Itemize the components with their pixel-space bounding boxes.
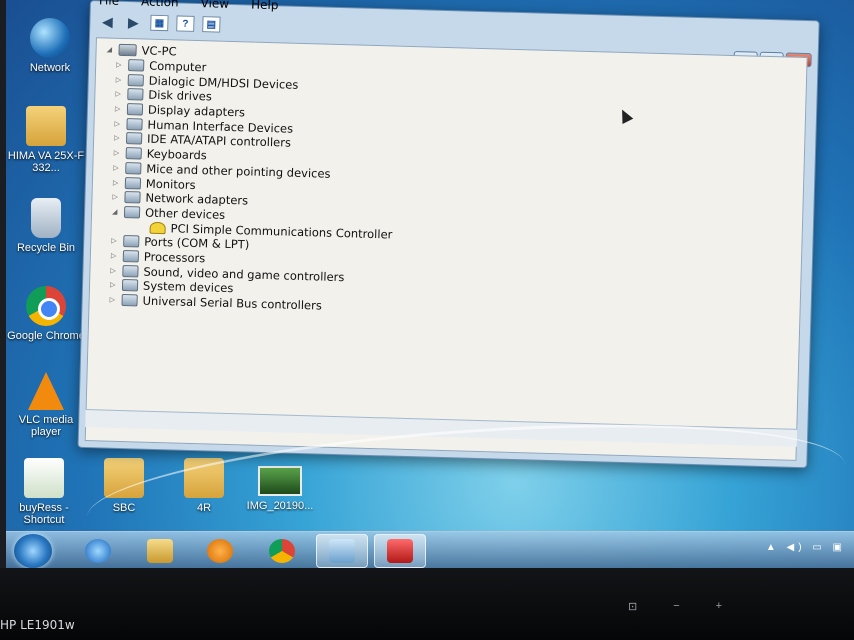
device-category-icon — [125, 147, 142, 160]
expand-arrow-icon[interactable]: ▷ — [114, 120, 126, 128]
mouse-cursor-icon — [616, 106, 634, 124]
system-tray[interactable]: ▲ ◀) ▭ ▣ — [766, 542, 846, 553]
taskbar: ▲ ◀) ▭ ▣ — [6, 531, 854, 569]
expand-arrow-icon[interactable]: ▷ — [111, 237, 123, 245]
device-category-icon — [127, 88, 144, 101]
network-icon — [30, 18, 70, 58]
expand-arrow-icon[interactable]: ▷ — [115, 90, 127, 98]
collapse-arrow-icon[interactable]: ◢ — [112, 208, 124, 216]
desktop-icon-hima[interactable]: HIMA VA 25X-F 332... — [6, 106, 88, 174]
vlc-cone-icon — [28, 372, 64, 410]
desktop-icon-label: IMG_20190... — [246, 500, 314, 512]
forward-arrow-icon[interactable]: ▶ — [124, 14, 142, 30]
menu-action[interactable]: Action — [141, 0, 179, 15]
windows-explorer-icon[interactable] — [134, 534, 186, 568]
expand-arrow-icon[interactable]: ▷ — [110, 266, 122, 274]
device-tree: ◢ VC-PC ▷ Computer ▷ Dialogic DM/HDSI Devic… — [99, 42, 397, 314]
expand-arrow-icon[interactable]: ▷ — [116, 61, 128, 69]
tree-item-label: Computer — [148, 58, 207, 75]
expand-arrow-icon[interactable]: ▷ — [113, 178, 125, 186]
desktop-icon-4r[interactable]: 4R — [162, 458, 246, 514]
folder-icon — [104, 458, 144, 498]
device-tree-pane: ◢ VC-PC ▷ Computer ▷ Dialogic DM/HDSI Devic… — [84, 37, 808, 461]
desktop-icon-label: Recycle Bin — [16, 242, 76, 254]
desktop-icon-label: SBC — [112, 502, 136, 514]
start-orb[interactable] — [14, 534, 52, 568]
desktop-icon-shortcut[interactable]: buyRess - Shortcut — [6, 458, 86, 526]
collapse-arrow-icon[interactable]: ◢ — [107, 46, 119, 54]
computer-icon — [118, 44, 137, 57]
desktop-icon-label: 4R — [196, 502, 212, 514]
device-category-icon — [121, 294, 138, 307]
menu-help[interactable]: Help — [251, 0, 279, 18]
tree-items: ▷ Computer ▷ Dialogic DM/HDSI Devices ▷ Disk … — [99, 57, 397, 315]
expand-arrow-icon[interactable]: ▷ — [115, 105, 127, 113]
device-category-icon — [125, 132, 143, 145]
device-manager-icon[interactable] — [316, 534, 368, 568]
expand-arrow-icon[interactable]: ▷ — [111, 252, 123, 260]
monitor-plus-button[interactable]: + — [716, 600, 722, 613]
folder-icon — [26, 106, 66, 146]
media-player-icon[interactable] — [194, 534, 246, 568]
tree-item-label: Processors — [143, 249, 206, 266]
device-category-icon — [127, 73, 144, 87]
tree-item-label: Disk drives — [148, 88, 212, 104]
menu-view[interactable]: View — [200, 0, 229, 17]
desktop-icon-label: buyRess - Shortcut — [19, 502, 69, 526]
device-category-icon — [122, 249, 140, 263]
tree-root-label: VC-PC — [141, 43, 177, 59]
desktop-icon-image[interactable]: IMG_20190... — [238, 466, 322, 512]
toolbar: ◀ ▶ ▦ ? ▤ — [98, 13, 221, 33]
device-category-icon — [122, 264, 139, 278]
desktop-icon-vlc[interactable]: VLC media player — [6, 372, 88, 438]
desktop-icon-label: Network — [29, 62, 71, 74]
device-category-icon — [123, 205, 141, 219]
help-icon[interactable]: ? — [176, 15, 195, 32]
expand-arrow-icon[interactable]: ▷ — [112, 193, 124, 201]
device-category-icon — [125, 161, 142, 175]
device-category-icon — [124, 176, 142, 190]
monitor-input-button[interactable]: ⊡ — [628, 600, 637, 613]
device-category-icon — [121, 279, 139, 292]
chrome-icon — [26, 286, 66, 326]
desktop-icon-label: Google Chrome — [7, 330, 85, 342]
folder-icon — [184, 458, 224, 498]
expand-arrow-icon[interactable]: ▷ — [114, 149, 126, 157]
desktop-icon-network[interactable]: Network — [8, 18, 92, 74]
monitor-minus-button[interactable]: − — [673, 600, 679, 613]
chrome-icon[interactable] — [256, 534, 308, 568]
device-category-icon — [123, 235, 140, 248]
device-category-icon — [126, 117, 143, 131]
menu-file[interactable]: File — [99, 0, 119, 14]
device-category-icon — [124, 191, 141, 204]
expand-arrow-icon[interactable]: ▷ — [110, 281, 122, 289]
image-thumbnail-icon — [258, 466, 302, 496]
recycle-bin-icon — [31, 198, 61, 238]
expand-arrow-icon[interactable]: ▷ — [110, 296, 122, 304]
monitor-buttons: ⊡ − + — [628, 600, 722, 613]
device-manager-window: File Action View Help ◀ ▶ ▦ ? ▤ ▁ □ ✕ ◢ … — [77, 0, 820, 469]
warning-device-icon — [149, 221, 166, 234]
monitor-bezel-bottom — [0, 568, 854, 640]
console-icon[interactable]: ▤ — [202, 16, 221, 33]
back-arrow-icon[interactable]: ◀ — [98, 13, 116, 29]
toolbox-icon[interactable] — [374, 534, 426, 568]
device-category-icon — [128, 59, 145, 72]
desktop: Network HIMA VA 25X-F 332... Recycle Bin… — [6, 0, 854, 570]
desktop-icon-label: HIMA VA 25X-F 332... — [7, 150, 85, 174]
desktop-icon-label: VLC media player — [18, 414, 74, 438]
tree-item-label: Monitors — [145, 176, 196, 192]
internet-explorer-icon[interactable] — [72, 534, 124, 568]
desktop-icon-chrome[interactable]: Google Chrome — [6, 286, 88, 342]
monitor-brand-label: HP LE1901w — [0, 618, 75, 632]
desktop-icon-sbc[interactable]: SBC — [82, 458, 166, 514]
properties-icon[interactable]: ▦ — [150, 14, 169, 32]
shortcut-icon — [24, 458, 64, 498]
expand-arrow-icon[interactable]: ▷ — [116, 75, 128, 83]
device-category-icon — [126, 103, 144, 116]
desktop-icon-recycle-bin[interactable]: Recycle Bin — [6, 198, 88, 254]
expand-arrow-icon[interactable]: ▷ — [113, 164, 125, 172]
expand-arrow-icon[interactable]: ▷ — [114, 134, 126, 142]
tree-item-label: Keyboards — [146, 146, 207, 163]
